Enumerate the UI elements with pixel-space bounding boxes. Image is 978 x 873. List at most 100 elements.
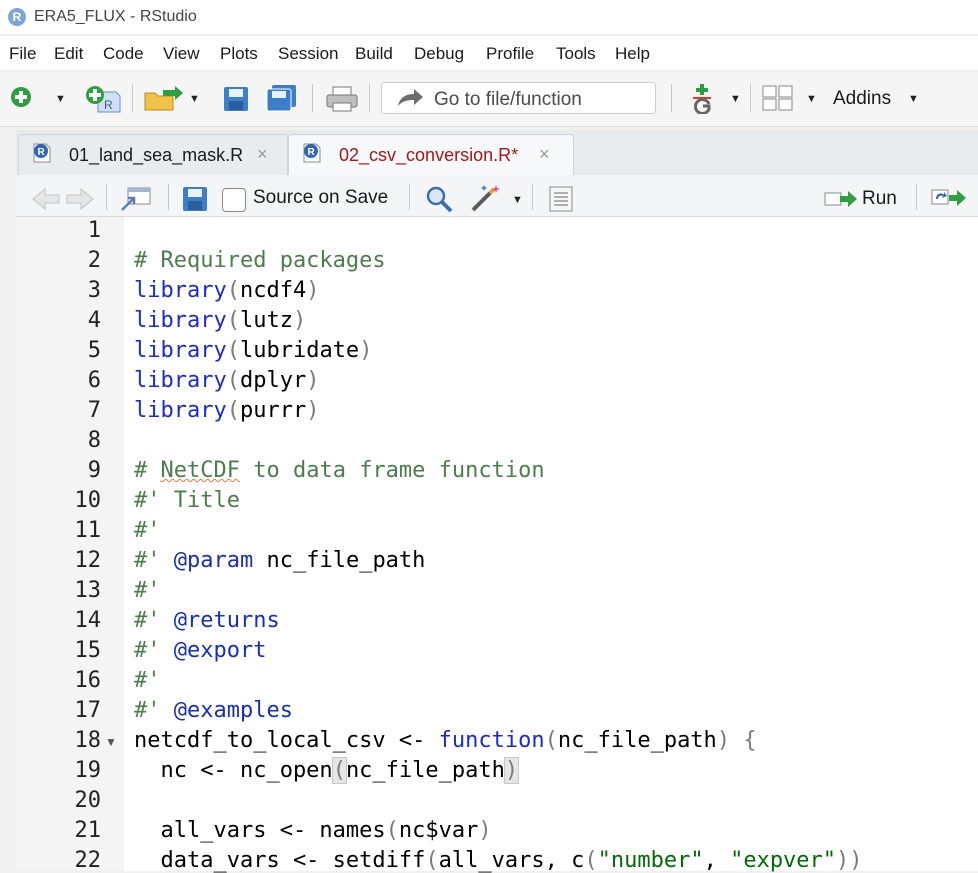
open-file-icon[interactable]: [143, 86, 183, 112]
line-number: 11: [74, 518, 102, 543]
save-document-icon[interactable]: [182, 186, 208, 212]
code-line: library(lutz): [134, 308, 307, 333]
menu-plots[interactable]: Plots: [220, 44, 258, 64]
menu-edit[interactable]: Edit: [54, 44, 83, 64]
code-line: all_vars <- names(nc$var): [134, 818, 492, 843]
code-line: #' @returns: [134, 608, 280, 633]
new-file-icon[interactable]: [10, 86, 34, 110]
line-number: 16: [74, 668, 102, 693]
line-number: 1: [87, 218, 101, 243]
code-line: library(lubridate): [134, 338, 373, 363]
code-tools-wand-icon[interactable]: [470, 183, 504, 213]
workspace-panes-icon[interactable]: [762, 85, 794, 111]
svg-text:R: R: [308, 147, 316, 158]
line-number: 6: [87, 368, 101, 393]
new-file-dropdown-icon[interactable]: ▼: [55, 93, 66, 105]
code-line: netcdf_to_local_csv <- function(nc_file_…: [134, 728, 757, 753]
source-on-save-label: Source on Save: [253, 187, 389, 208]
tab-label: 02_csv_conversion.R*: [339, 145, 519, 165]
line-number: 4: [87, 308, 101, 333]
menu-file[interactable]: File: [9, 44, 36, 64]
line-number: 22: [74, 848, 102, 873]
line-number: 8: [87, 428, 101, 453]
tab-02-csv-conversion[interactable]: R 02_csv_conversion.R* ×: [288, 134, 574, 176]
search-icon[interactable]: [425, 185, 453, 213]
code-line: # Required packages: [134, 248, 386, 273]
run-button[interactable]: Run: [862, 188, 897, 210]
code-line: library(ncdf4): [134, 278, 320, 303]
line-number: 13: [74, 578, 102, 603]
show-in-window-icon[interactable]: [120, 186, 152, 212]
close-tab-icon[interactable]: ×: [257, 144, 268, 165]
save-icon[interactable]: [223, 86, 249, 112]
menu-debug[interactable]: Debug: [414, 44, 464, 64]
go-to-file-function-input[interactable]: Go to file/function: [381, 82, 656, 114]
rstudio-logo-icon: R: [8, 8, 26, 26]
r-script-file-icon: R: [33, 143, 51, 163]
git-dropdown-icon[interactable]: ▼: [730, 93, 741, 105]
fold-code-icon[interactable]: ▼: [105, 735, 117, 749]
toolbar-separator: [916, 184, 917, 210]
menu-code[interactable]: Code: [103, 44, 144, 64]
svg-text:R: R: [104, 98, 113, 112]
toolbar-separator: [106, 184, 107, 210]
line-number: 12: [74, 548, 102, 573]
window-title: ERA5_FLUX - RStudio: [34, 8, 197, 25]
code-line: #': [134, 578, 161, 603]
toolbar-separator: [312, 84, 313, 112]
line-number: 15: [74, 638, 102, 663]
line-number: 20: [74, 788, 102, 813]
code-line: #': [134, 518, 161, 543]
menu-view[interactable]: View: [163, 44, 200, 64]
close-tab-icon[interactable]: ×: [539, 144, 550, 165]
line-number: 5: [87, 338, 101, 363]
addins-dropdown-icon[interactable]: ▼: [908, 93, 919, 105]
r-script-file-icon: R: [303, 143, 321, 163]
go-to-placeholder: Go to file/function: [434, 89, 582, 110]
git-icon[interactable]: [690, 84, 716, 114]
code-line: #' @param nc_file_path: [134, 548, 426, 573]
new-project-icon[interactable]: R: [84, 84, 124, 114]
save-all-icon[interactable]: [266, 84, 298, 112]
go-to-arrow-icon: [398, 89, 423, 106]
run-arrow-icon[interactable]: [824, 188, 858, 210]
toolbar-separator: [532, 184, 533, 210]
line-number: 17: [74, 698, 102, 723]
line-number: 18: [74, 728, 102, 753]
menu-profile[interactable]: Profile: [486, 44, 534, 64]
compile-report-icon[interactable]: [547, 185, 575, 213]
toolbar-separator: [369, 84, 370, 112]
open-file-dropdown-icon[interactable]: ▼: [189, 93, 200, 105]
line-number: 3: [87, 278, 101, 303]
menu-tools[interactable]: Tools: [556, 44, 596, 64]
menu-build[interactable]: Build: [355, 44, 393, 64]
svg-text:R: R: [38, 147, 46, 158]
workspace-panes-dropdown-icon[interactable]: ▼: [806, 93, 817, 105]
code-line: nc <- nc_open(nc_file_path): [134, 757, 520, 784]
menu-help[interactable]: Help: [615, 44, 650, 64]
rerun-icon[interactable]: [931, 187, 967, 209]
code-line: data_vars <- setdiff(all_vars, c("number…: [134, 848, 863, 873]
line-number: 2: [87, 248, 101, 273]
line-number: 21: [74, 818, 102, 843]
code-line: library(dplyr): [134, 368, 320, 393]
title-bar: R ERA5_FLUX - RStudio: [0, 0, 978, 34]
code-tools-dropdown-icon[interactable]: ▼: [512, 194, 523, 206]
toolbar-separator: [168, 184, 169, 210]
toolbar-separator: [671, 84, 672, 112]
print-icon[interactable]: [326, 86, 358, 112]
line-number: 7: [87, 398, 101, 423]
tab-01-land-sea-mask[interactable]: R 01_land_sea_mask.R ×: [18, 134, 288, 175]
toolbar-separator: [409, 184, 410, 210]
source-on-save-checkbox[interactable]: [222, 188, 246, 212]
code-line: #': [134, 668, 161, 693]
line-number: 19: [74, 758, 102, 783]
addins-button[interactable]: Addins: [833, 88, 891, 110]
toolbar-separator: [750, 84, 751, 112]
code-line: library(purrr): [134, 398, 320, 423]
back-forward-icon[interactable]: [31, 187, 95, 211]
line-number: 9: [87, 458, 101, 483]
code-line: #' Title: [134, 488, 240, 513]
menu-session[interactable]: Session: [278, 44, 338, 64]
code-line: #' @examples: [134, 698, 293, 723]
